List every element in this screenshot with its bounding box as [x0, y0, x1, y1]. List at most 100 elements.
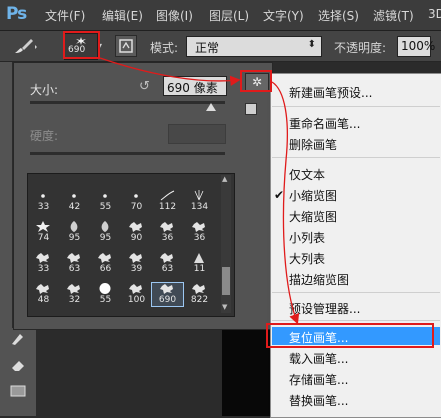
brush-preset-item[interactable]: 36: [152, 221, 183, 244]
brush-tip-icon: [35, 190, 51, 201]
brush-preset-item[interactable]: 90: [121, 221, 152, 244]
brush-preset-size: 48: [37, 295, 50, 305]
menu-item-delete[interactable]: 删除画笔: [289, 136, 337, 153]
brush-tip-icon: [66, 283, 82, 294]
brush-preset-size: 70: [130, 202, 143, 212]
brush-tool-icon[interactable]: [12, 36, 38, 56]
brush-preset-item[interactable]: 39: [121, 252, 152, 275]
size-value: 690 像素: [167, 81, 218, 95]
brush-preset-item[interactable]: 55: [90, 283, 121, 306]
opacity-label: 不透明度:: [334, 41, 387, 55]
brush-preset-item[interactable]: 36: [184, 221, 215, 244]
menu-item-small-thumbnail[interactable]: 小缩览图: [289, 187, 337, 204]
brush-tip-icon: [35, 221, 51, 232]
size-input[interactable]: 690 像素: [163, 76, 227, 96]
brush-preset-item[interactable]: 33: [28, 190, 59, 213]
menu-item-preset-manager[interactable]: 预设管理器...: [289, 300, 360, 317]
checkmark-icon: ✔: [274, 188, 285, 202]
brush-tip-icon: [191, 252, 207, 263]
brush-tip-icon: [35, 252, 51, 263]
brush-preset-item[interactable]: 55: [90, 190, 121, 213]
opacity-value: 100%: [401, 39, 436, 53]
eraser-icon[interactable]: [10, 358, 26, 372]
brush-tip-icon: [159, 283, 175, 294]
menu-item-large-thumbnail[interactable]: 大缩览图: [289, 208, 337, 225]
brush-tip-icon: [128, 221, 144, 232]
menu-item-save-brushes[interactable]: 存储画笔...: [289, 371, 348, 388]
brush-preset-item[interactable]: 63: [152, 252, 183, 275]
brush-preset-size: 11: [193, 264, 206, 274]
brush-tip-icon: [128, 190, 144, 201]
brush-tip-icon: [35, 283, 51, 294]
brush-preset-size: 95: [68, 233, 81, 243]
brush-preset-size: 95: [99, 233, 112, 243]
presets-scroll-thumb[interactable]: [222, 267, 230, 295]
brush-preset-item[interactable]: 66: [90, 252, 121, 275]
brush-preset-item[interactable]: 11: [184, 252, 215, 275]
brush-preset-size: 55: [99, 202, 112, 212]
brush-preset-size: 690: [158, 295, 177, 305]
brush-preset-item[interactable]: 95: [90, 221, 121, 244]
size-slider[interactable]: [30, 101, 225, 104]
menu-item-text-only[interactable]: 仅文本: [289, 166, 325, 183]
history-brush-icon[interactable]: [10, 332, 26, 346]
new-preset-icon[interactable]: [245, 103, 257, 115]
gradient-icon[interactable]: [10, 384, 26, 398]
brush-preset-item[interactable]: 690: [151, 282, 184, 307]
reset-size-icon[interactable]: ↺: [139, 79, 150, 94]
menu-select[interactable]: 选择(S): [318, 7, 359, 24]
menu-item-large-list[interactable]: 大列表: [289, 250, 325, 267]
brush-preset-item[interactable]: 134: [184, 190, 215, 213]
menu-3d[interactable]: 3D: [428, 7, 441, 21]
brush-preset-item[interactable]: 32: [59, 283, 90, 306]
brush-preset-item[interactable]: 33: [28, 252, 59, 275]
size-label: 大小:: [30, 83, 59, 97]
brush-preset-item[interactable]: 822: [184, 283, 215, 306]
menu-file[interactable]: 文件(F): [45, 7, 85, 24]
opacity-input[interactable]: 100%: [397, 36, 435, 57]
brush-panel-toggle-icon[interactable]: [115, 35, 137, 57]
menu-item-rename[interactable]: 重命名画笔...: [289, 115, 360, 132]
brush-preset-item[interactable]: 48: [28, 283, 59, 306]
brush-preset-item[interactable]: 74: [28, 221, 59, 244]
mode-select[interactable]: 正常 ⬍: [186, 36, 322, 57]
menu-item-replace-brushes[interactable]: 替换画笔...: [289, 392, 348, 409]
menu-layer[interactable]: 图层(L): [209, 7, 249, 24]
menu-item-stroke-thumbnail[interactable]: 描边缩览图: [289, 271, 349, 288]
menu-edit[interactable]: 编辑(E): [102, 7, 143, 24]
brush-preset-size: 63: [161, 264, 174, 274]
menu-item-load-brushes[interactable]: 载入画笔...: [289, 350, 348, 367]
menu-filter[interactable]: 滤镜(T): [373, 7, 414, 24]
brush-preset-item[interactable]: 112: [152, 190, 183, 213]
brush-tip-icon: [191, 221, 207, 232]
brush-tip-icon: [66, 190, 82, 201]
brush-preset-item[interactable]: 95: [59, 221, 90, 244]
hardness-slider[interactable]: [30, 152, 225, 155]
brush-preset-item[interactable]: 100: [121, 283, 152, 306]
brush-tip-icon: [97, 221, 113, 232]
menu-item-small-list[interactable]: 小列表: [289, 229, 325, 246]
menu-type[interactable]: 文字(Y): [263, 7, 304, 24]
scroll-up-icon[interactable]: ▲: [222, 175, 227, 183]
menu-image[interactable]: 图像(I): [156, 7, 193, 24]
annotation-box-reset: [266, 323, 434, 348]
size-slider-thumb[interactable]: [206, 103, 217, 111]
brush-preset-item[interactable]: 63: [59, 252, 90, 275]
brush-tip-icon: [191, 190, 207, 201]
menu-separator: [272, 157, 440, 158]
brush-tip-icon: [128, 283, 144, 294]
mode-label: 模式:: [150, 41, 179, 55]
menu-item-new-preset[interactable]: 新建画笔预设...: [289, 84, 372, 101]
brush-preset-size: 100: [127, 295, 146, 305]
brush-preset-size: 55: [99, 295, 112, 305]
hardness-input[interactable]: [168, 124, 226, 144]
brush-tip-icon: [191, 283, 207, 294]
scroll-down-icon[interactable]: ▼: [222, 303, 227, 311]
brush-preset-item[interactable]: 42: [59, 190, 90, 213]
mode-value: 正常: [195, 41, 220, 55]
brush-preset-size: 74: [37, 233, 50, 243]
menu-separator: [272, 292, 440, 293]
brush-preset-item[interactable]: 70: [121, 190, 152, 213]
photoshop-logo: Ps: [6, 4, 27, 24]
hardness-label: 硬度:: [30, 129, 59, 143]
